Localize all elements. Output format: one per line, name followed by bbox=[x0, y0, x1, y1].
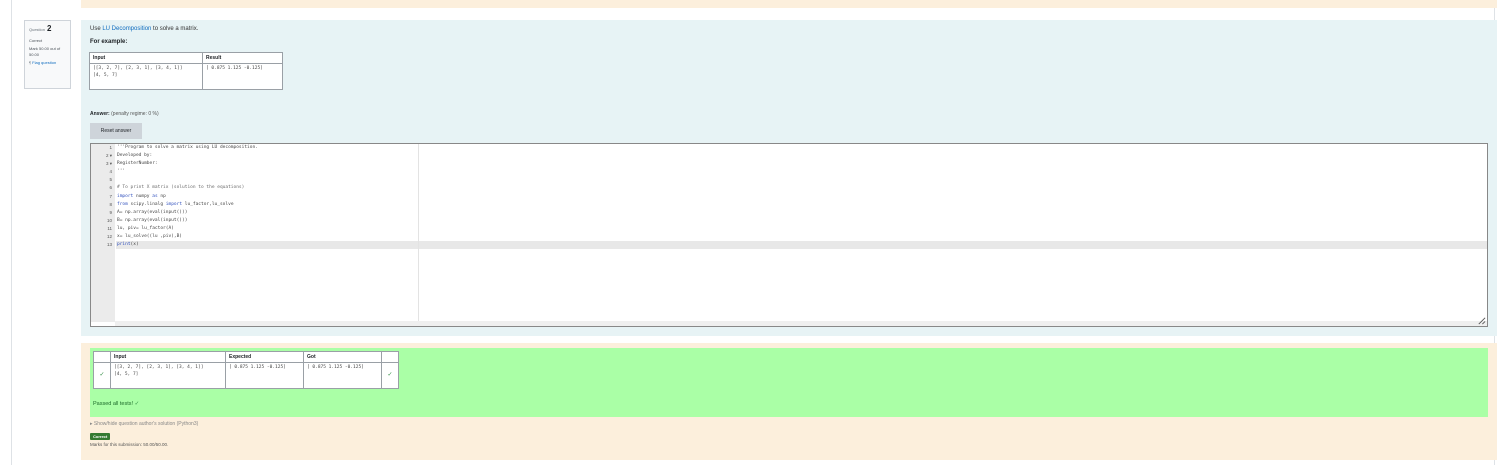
row-check-icon: ✓ bbox=[93, 362, 111, 389]
answer-label-text: Answer: bbox=[90, 111, 110, 117]
question-state: Correct bbox=[29, 37, 43, 43]
code-line[interactable]: from scipy.linalg import lu_factor,lu_so… bbox=[116, 201, 1487, 209]
results-table-header: Input Expected Got bbox=[93, 351, 399, 363]
question-outcome: Input Expected Got ✓ [[3, 2, 7], [2, 3, … bbox=[81, 343, 1497, 460]
line-number: 9 bbox=[109, 209, 112, 215]
example-result-cell: [ 0.875 1.125 -0.125] bbox=[202, 63, 283, 90]
passed-text: Passed all tests! bbox=[93, 401, 134, 407]
line-number: 8 bbox=[109, 201, 112, 207]
print-margin bbox=[418, 144, 419, 322]
question-number-value: 2 bbox=[47, 24, 52, 33]
submission-marks: Marks for this submission: 50.00/50.00. bbox=[90, 442, 169, 447]
table-row: [[3, 2, 7], [2, 3, 1], [3, 4, 1]] [4, 5,… bbox=[89, 63, 283, 90]
example-input-line: [4, 5, 7] bbox=[93, 72, 118, 78]
left-border bbox=[11, 0, 12, 465]
triangle-right-icon: ▸ bbox=[90, 421, 93, 427]
row-status-check-icon: ✓ bbox=[381, 362, 399, 389]
code-line[interactable] bbox=[116, 176, 1487, 184]
line-number: 13 bbox=[106, 242, 112, 248]
flag-question-link[interactable]: ¶Flag question bbox=[29, 60, 66, 65]
code-line[interactable]: A= np.array(eval(input())) bbox=[116, 209, 1487, 217]
line-number: 11 bbox=[107, 225, 112, 231]
question-number: Question 2 bbox=[29, 24, 66, 35]
editor-scrollbar[interactable] bbox=[115, 321, 1487, 326]
check-icon: ✓ bbox=[134, 401, 140, 407]
code-line[interactable]: # To print X matrix (solution to the equ… bbox=[116, 184, 1487, 192]
code-editor[interactable]: 1 2 ▾ 3 ▾ 4 5 6 7 8 9 10 11 12 13 '''Program to solv… bbox=[90, 143, 1488, 327]
code-line[interactable]: B= np.array(eval(input())) bbox=[116, 217, 1487, 225]
code-line[interactable]: '''Program to solve a matrix using LU de… bbox=[116, 144, 1487, 152]
line-number: 10 bbox=[106, 217, 112, 223]
question-formulation: Use LU Decomposition to solve a matrix. … bbox=[81, 20, 1497, 336]
penalty-regime: (penalty regime: 0 %) bbox=[111, 111, 159, 117]
example-header-result: Result bbox=[202, 52, 283, 64]
code-line[interactable]: Developed by: bbox=[116, 152, 1487, 160]
code-line[interactable]: import numpy as np bbox=[116, 193, 1487, 201]
results-header-status bbox=[381, 351, 399, 363]
show-solution-label: Show/hide question author's solution (Py… bbox=[93, 421, 199, 427]
example-header-input: Input bbox=[89, 52, 203, 64]
code-line[interactable]: ''' bbox=[116, 168, 1487, 176]
answer-label: Answer: (penalty regime: 0 %) bbox=[90, 111, 159, 117]
lu-decomposition-link[interactable]: LU Decomposition bbox=[102, 26, 151, 32]
results-header-input: Input bbox=[110, 351, 226, 363]
resize-handle-icon[interactable] bbox=[1477, 316, 1486, 325]
question-text-prefix: Use bbox=[90, 26, 103, 32]
line-number-gutter: 1 2 ▾ 3 ▾ 4 5 6 7 8 9 10 11 12 13 bbox=[91, 144, 115, 322]
code-line[interactable]: print(x) bbox=[116, 241, 1487, 250]
line-number: 4 bbox=[109, 169, 112, 175]
results-header-mark bbox=[93, 351, 111, 363]
line-number: 1 bbox=[109, 145, 112, 150]
line-number: 3 ▾ bbox=[105, 161, 112, 167]
question-info-panel: Question 2 Correct Mark 50.00 out of 50.… bbox=[24, 20, 71, 89]
passed-all-tests: Passed all tests! ✓ bbox=[93, 401, 139, 407]
question-number-label: Question bbox=[29, 27, 46, 32]
example-table: Input Result [[3, 2, 7], [2, 3, 1], [3, … bbox=[89, 52, 283, 90]
previous-question-strip bbox=[81, 0, 1497, 8]
results-header-got: Got bbox=[303, 351, 382, 363]
code-line[interactable]: RegisterNumber: bbox=[116, 160, 1487, 168]
for-example-heading: For example: bbox=[90, 39, 128, 45]
line-number: 6 bbox=[109, 185, 112, 191]
code-line[interactable]: x= lu_solve((lu ,piv),B) bbox=[116, 233, 1487, 241]
test-feedback: Input Expected Got ✓ [[3, 2, 7], [2, 3, … bbox=[90, 348, 1488, 417]
question-text: Use LU Decomposition to solve a matrix. bbox=[90, 26, 198, 32]
question-grade: Mark 50.00 out of 50.00 bbox=[29, 46, 61, 57]
table-row: ✓ [[3, 2, 7], [2, 3, 1], [3, 4, 1]] [4, … bbox=[93, 362, 399, 389]
flag-icon: ¶ bbox=[29, 59, 32, 65]
line-number: 12 bbox=[106, 234, 112, 240]
code-line[interactable]: lu, piv= lu_factor(A) bbox=[116, 225, 1487, 233]
results-table: Input Expected Got ✓ [[3, 2, 7], [2, 3, … bbox=[93, 351, 399, 389]
results-input-line: [4, 5, 7] bbox=[114, 371, 139, 377]
results-header-expected: Expected bbox=[225, 351, 304, 363]
results-expected-cell: [ 0.875 1.125 -0.125] bbox=[225, 362, 304, 389]
example-table-header: Input Result bbox=[89, 52, 283, 64]
code-area[interactable]: '''Program to solve a matrix using LU de… bbox=[116, 144, 1487, 322]
flag-question-label: Flag question bbox=[32, 59, 57, 65]
show-solution-link[interactable]: ▸ Show/hide question author's solution (… bbox=[90, 421, 198, 427]
question-text-suffix: to solve a matrix. bbox=[151, 26, 199, 32]
line-number: 7 bbox=[109, 193, 112, 199]
results-got-cell: [ 0.875 1.125 -0.125] bbox=[303, 362, 382, 389]
correct-badge: Correct bbox=[90, 433, 111, 440]
line-number: 2 ▾ bbox=[105, 153, 112, 159]
results-input-cell: [[3, 2, 7], [2, 3, 1], [3, 4, 1]] [4, 5,… bbox=[110, 362, 226, 389]
example-input-cell: [[3, 2, 7], [2, 3, 1], [3, 4, 1]] [4, 5,… bbox=[89, 63, 203, 90]
line-number: 5 bbox=[109, 177, 112, 183]
reset-answer-button[interactable]: Reset answer bbox=[90, 123, 142, 139]
